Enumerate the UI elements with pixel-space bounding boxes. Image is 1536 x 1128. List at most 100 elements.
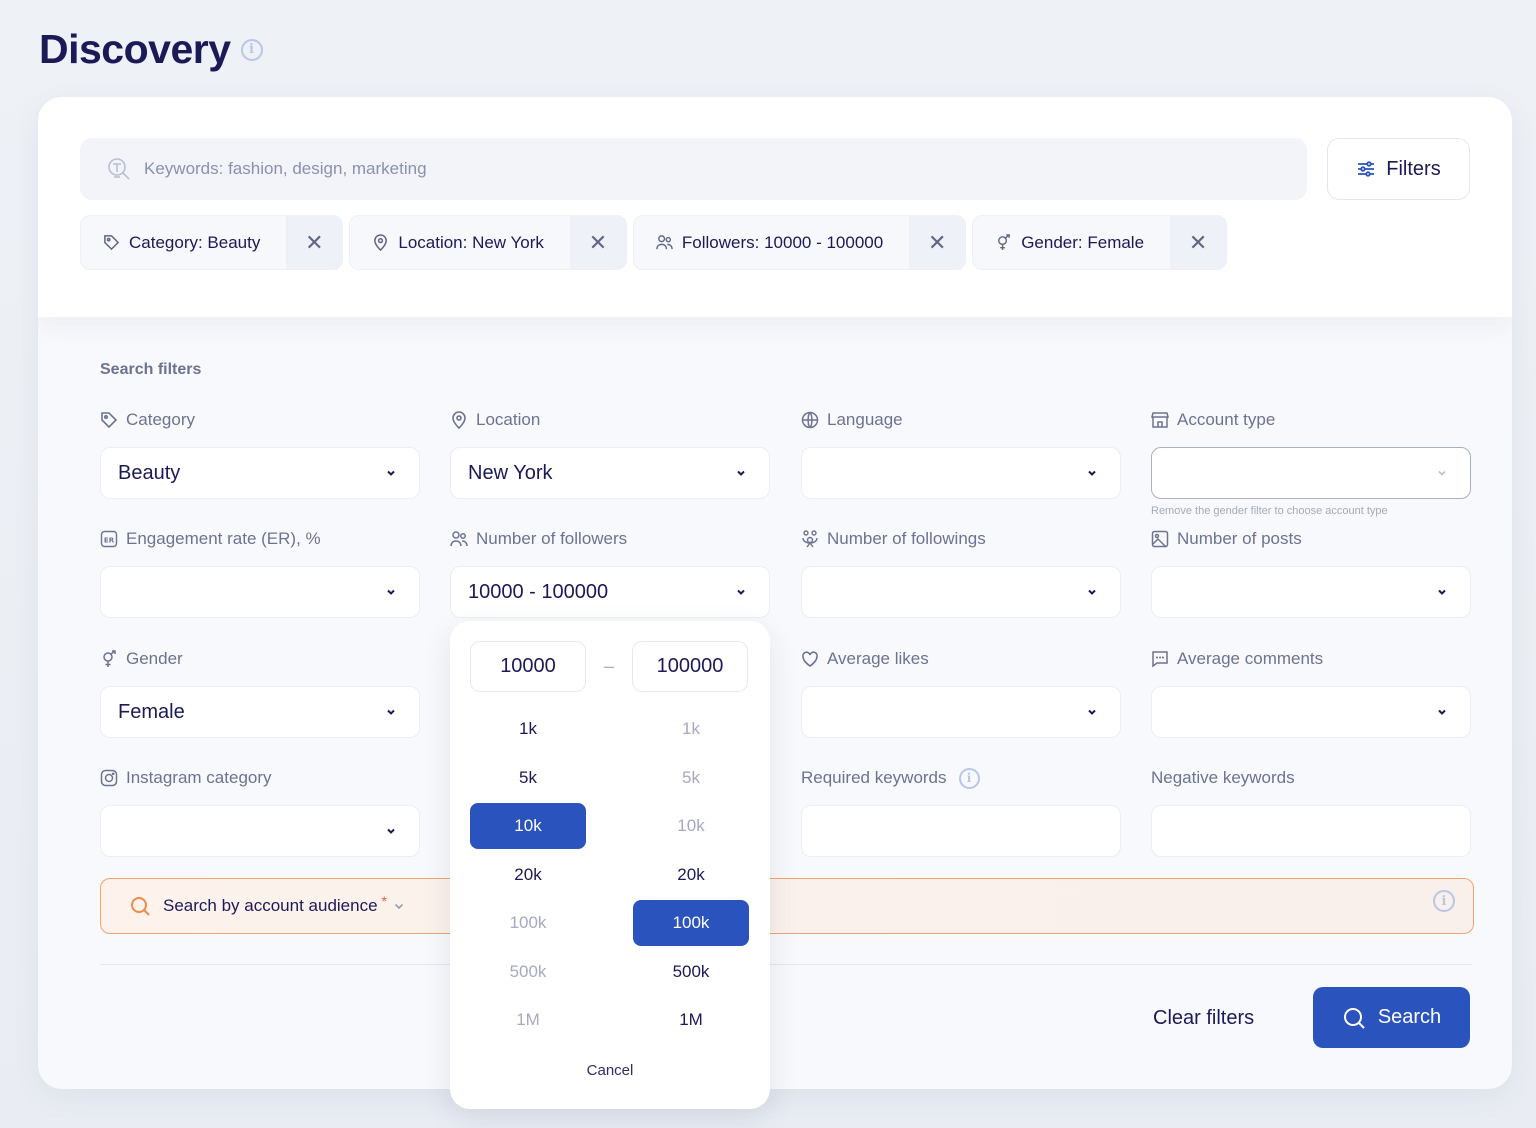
page-header: Discovery i <box>39 26 263 73</box>
remove-filter-location-button[interactable]: ✕ <box>569 216 626 269</box>
min-options-list: 1k 5k 10k 20k 100k 500k 1M <box>470 706 586 1046</box>
audience-label: Search by account audience <box>163 896 378 915</box>
chevron-down-icon <box>387 589 395 595</box>
filter-chip-followers: Followers: 10000 - 100000 ✕ <box>632 215 967 270</box>
chevron-down-icon <box>737 470 745 476</box>
min-option[interactable]: 1k <box>470 706 586 752</box>
min-option: 1M <box>516 1010 540 1029</box>
chevron-down-icon <box>737 589 745 595</box>
chip-label: Location: New York <box>398 232 544 252</box>
followings-select[interactable] <box>801 566 1121 618</box>
min-option[interactable]: 20k <box>470 852 586 898</box>
gender-field: Gender Female <box>100 647 420 738</box>
globe-icon <box>801 411 819 429</box>
posts-select[interactable] <box>1151 566 1471 618</box>
gender-icon <box>998 234 1011 251</box>
search-filters-heading: Search filters <box>100 361 202 378</box>
account-audience-search[interactable]: Search by account audience * i <box>100 878 1474 934</box>
max-option: 5k <box>682 767 700 787</box>
engagement-rate-label: Engagement rate (ER), % <box>126 529 321 548</box>
followers-range-popover: 10000 – 100000 1k 5k 10k 20k 100k 500k 1M 1k 5k… <box>450 621 770 1109</box>
instagram-category-select[interactable] <box>100 805 420 857</box>
cancel-button[interactable]: Cancel <box>450 1062 770 1079</box>
followings-field: Number of followings <box>801 527 1121 618</box>
location-select[interactable]: New York <box>450 447 770 499</box>
required-keywords-input[interactable] <box>801 805 1121 857</box>
search-button-label: Search <box>1377 1006 1442 1028</box>
negative-keywords-input[interactable] <box>1151 805 1471 857</box>
info-icon[interactable]: i <box>958 767 980 789</box>
search-icon <box>131 897 150 916</box>
keyword-search-box[interactable] <box>80 138 1307 200</box>
remove-filter-gender-button[interactable]: ✕ <box>1170 216 1227 269</box>
chevron-down-icon[interactable] <box>393 900 405 912</box>
heart-icon <box>802 651 818 667</box>
sliders-icon <box>1358 161 1375 177</box>
required-keywords-label: Required keywords <box>801 768 947 787</box>
language-field: Language <box>801 408 1121 499</box>
filters-button-label: Filters <box>1386 157 1441 180</box>
gender-value: Female <box>118 700 185 723</box>
min-option: 500k <box>509 961 547 981</box>
range-max-input[interactable]: 100000 <box>632 641 748 692</box>
tag-icon <box>104 235 120 251</box>
account-type-field: Account type Remove the gender filter to… <box>1151 408 1471 517</box>
avg-likes-field: Average likes <box>801 647 1121 738</box>
range-min-input[interactable]: 10000 <box>470 641 586 692</box>
max-option[interactable]: 20k <box>633 852 749 898</box>
filters-button[interactable]: Filters <box>1327 138 1470 200</box>
avg-likes-select[interactable] <box>801 686 1121 738</box>
close-icon: ✕ <box>927 229 947 255</box>
avg-comments-label: Average comments <box>1177 649 1324 668</box>
filter-chip-category: Category: Beauty ✕ <box>80 215 344 270</box>
chevron-down-icon <box>387 828 395 834</box>
required-mark: * <box>381 893 387 909</box>
info-icon[interactable]: i <box>240 38 263 61</box>
account-type-label: Account type <box>1177 410 1276 429</box>
negative-keywords-field: Negative keywords <box>1151 766 1471 857</box>
location-pin-icon <box>452 411 466 429</box>
category-select[interactable]: Beauty <box>100 447 420 499</box>
account-type-select[interactable] <box>1151 447 1471 499</box>
comment-icon <box>1152 651 1168 668</box>
gender-select[interactable]: Female <box>100 686 420 738</box>
followers-label: Number of followers <box>476 529 628 548</box>
info-icon[interactable]: i <box>1433 890 1455 912</box>
clear-filters-button[interactable]: Clear filters <box>1153 1003 1254 1033</box>
followers-field: Number of followers 10000 - 100000 <box>450 527 770 618</box>
image-icon <box>1151 530 1169 548</box>
search-button[interactable]: Search <box>1313 987 1470 1048</box>
chevron-down-icon <box>1088 589 1096 595</box>
language-select[interactable] <box>801 447 1121 499</box>
max-option[interactable]: 500k <box>633 949 749 995</box>
keyword-search-input[interactable] <box>144 159 1044 179</box>
users-icon <box>656 235 673 250</box>
required-keywords-field: Required keywords i <box>801 766 1121 857</box>
remove-filter-followers-button[interactable]: ✕ <box>909 216 966 269</box>
instagram-category-label: Instagram category <box>126 768 272 787</box>
gender-label: Gender <box>126 649 183 668</box>
search-icon <box>1343 1007 1365 1029</box>
location-label: Location <box>476 410 541 429</box>
svg-text:ER: ER <box>104 537 115 545</box>
avg-comments-select[interactable] <box>1151 686 1471 738</box>
gender-icon <box>103 650 116 667</box>
close-icon: ✕ <box>1188 229 1208 255</box>
users-icon <box>450 531 468 547</box>
location-value: New York <box>468 461 553 484</box>
followers-select[interactable]: 10000 - 100000 <box>450 566 770 618</box>
chevron-down-icon <box>1438 589 1446 595</box>
er-icon: ER <box>100 530 118 548</box>
min-option[interactable]: 10k <box>470 803 586 849</box>
engagement-rate-select[interactable] <box>100 566 420 618</box>
filter-chip-gender: Gender: Female ✕ <box>972 215 1228 270</box>
negative-keywords-label: Negative keywords <box>1151 768 1295 787</box>
instagram-category-field: Instagram category <box>100 766 420 857</box>
max-option[interactable]: 100k <box>633 900 749 946</box>
remove-filter-category-button[interactable]: ✕ <box>286 216 343 269</box>
max-option[interactable]: 1M <box>633 997 749 1043</box>
active-filter-chips: Category: Beauty ✕ Location: New York ✕ … <box>80 215 1228 270</box>
min-option[interactable]: 5k <box>470 755 586 801</box>
range-separator: – <box>603 656 614 676</box>
keyword-search-icon <box>108 158 130 180</box>
